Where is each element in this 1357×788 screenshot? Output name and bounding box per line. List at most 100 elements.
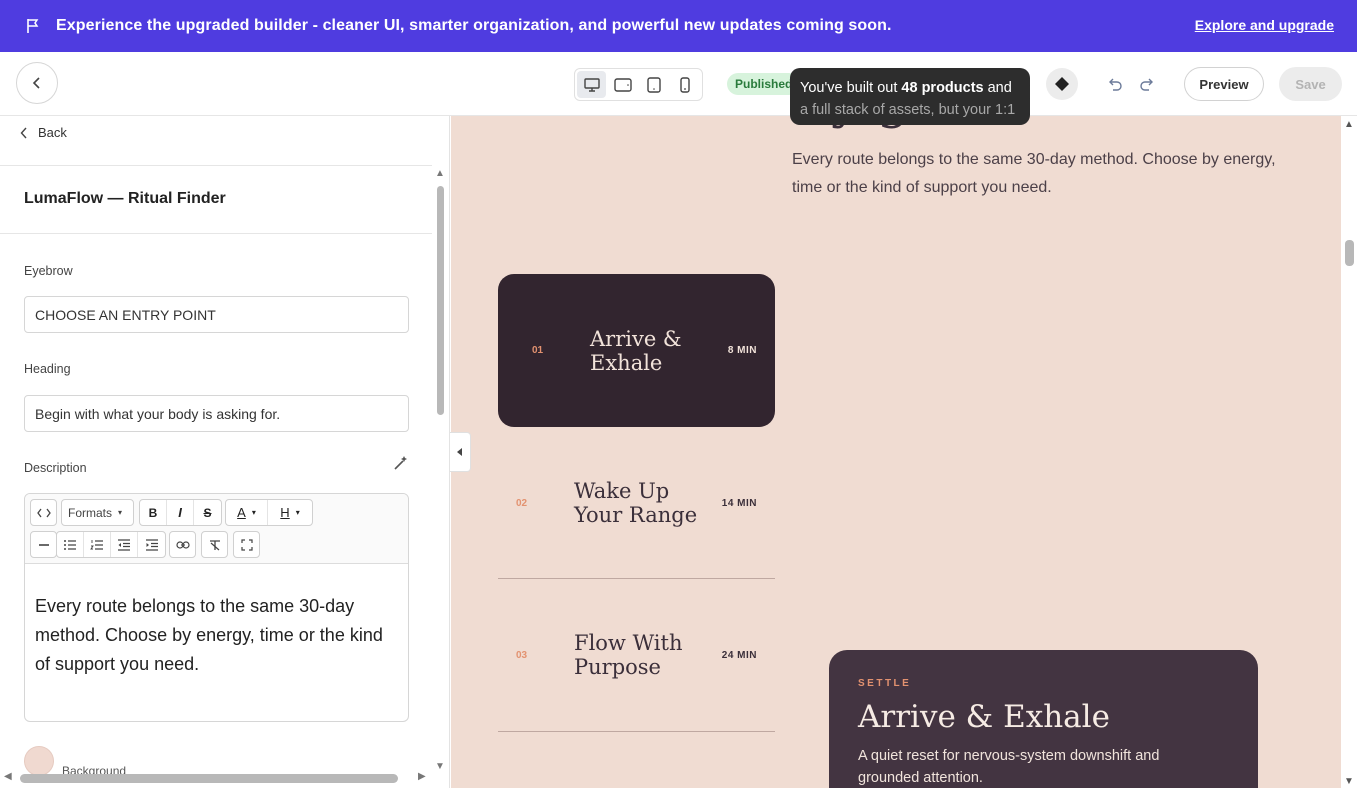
section-description[interactable]: Every route belongs to the same 30-day m… [792,146,1302,201]
highlight-glyph: H [280,505,290,520]
scroll-up-arrow-icon[interactable]: ▲ [1344,119,1354,130]
detail-eyebrow: SETTLE [858,678,912,689]
page-canvas[interactable]: y g Every route belongs to the same 30-d… [451,116,1341,788]
tablet-landscape-icon [614,77,632,92]
upsell-tooltip: You've built out 48 products and a full … [790,68,1030,125]
formats-dropdown[interactable]: Formats ▾ [61,499,134,526]
route-card-active[interactable]: 01 Arrive & Exhale 8 MIN [498,274,775,427]
numbered-list-button[interactable] [84,532,111,557]
text-color-button[interactable]: A ▾ [226,500,268,525]
scrollbar-thumb[interactable] [20,774,398,783]
desktop-icon [583,77,600,92]
mobile-device-button[interactable] [671,71,700,98]
italic-glyph: I [178,505,182,520]
chevron-left-icon [32,77,40,89]
tablet-landscape-device-button[interactable] [608,71,637,98]
italic-button[interactable]: I [167,500,194,525]
route-number: 02 [516,498,528,509]
link-button[interactable] [169,531,196,558]
detail-text: A quiet reset for nervous-system downshi… [858,748,1160,786]
caret-left-icon [457,448,462,456]
flag-icon [24,17,42,35]
route-number: 01 [532,345,544,356]
eyebrow-input[interactable]: CHOOSE AN ENTRY POINT [24,296,409,333]
scrollbar-thumb[interactable] [1345,240,1354,266]
collapse-panel-button[interactable] [450,432,471,472]
caret-down-icon: ▾ [295,508,300,517]
outdent-icon [118,538,130,551]
color-group: A ▾ H ▾ [225,499,313,526]
sparkle-diamond-icon [1055,77,1069,91]
panel-vertical-scrollbar[interactable]: ▲ ▼ [433,168,447,772]
text-style-group: B I S [139,499,222,526]
code-icon [36,508,51,517]
editor-toolbar: Formats ▾ B I S A ▾ H ▾ [25,494,408,564]
explore-upgrade-link[interactable]: Explore and upgrade [1195,17,1334,33]
redo-icon [1140,78,1153,91]
upgrade-banner: Experience the upgraded builder - cleane… [0,0,1357,52]
banner-message: Experience the upgraded builder - cleane… [56,17,892,34]
scroll-right-arrow-icon[interactable]: ▶ [418,771,426,782]
bullet-list-button[interactable] [57,532,84,557]
heading-label: Heading [24,362,71,376]
save-button[interactable]: Save [1279,67,1342,101]
back-circle-button[interactable] [16,62,58,104]
undo-icon [1109,78,1122,91]
formats-label: Formats [68,505,113,520]
device-switcher [574,68,703,101]
panel-horizontal-scrollbar[interactable]: ◀ ▶ [0,770,432,786]
undo-button[interactable] [1106,76,1124,94]
caret-down-icon: ▾ [251,508,256,517]
ai-assistant-button[interactable] [1046,68,1078,100]
scroll-down-arrow-icon[interactable]: ▼ [1344,776,1354,787]
route-name: Flow With Purpose [574,631,683,679]
ai-write-button[interactable] [392,454,410,472]
numbered-list-icon [90,539,103,550]
scroll-up-arrow-icon[interactable]: ▲ [435,168,445,179]
tablet-portrait-device-button[interactable] [640,71,669,98]
scroll-down-arrow-icon[interactable]: ▼ [435,761,445,772]
detail-title: Arrive & Exhale [858,699,1110,735]
mobile-icon [680,76,691,93]
link-icon [175,540,190,549]
description-label: Description [24,461,87,475]
tooltip-line-2: a full stack of assets, but your 1:1 [800,102,1016,118]
indent-button[interactable] [138,532,165,557]
route-item[interactable]: 03 Flow With Purpose 24 MIN [498,598,775,728]
back-link[interactable]: Back [20,125,67,140]
bullet-list-icon [64,539,76,550]
settings-panel: Back LumaFlow — Ritual Finder Eyebrow CH… [0,116,450,788]
route-detail-card[interactable]: SETTLE Arrive & Exhale A quiet reset for… [829,650,1258,788]
horizontal-rule-button[interactable] [30,531,57,558]
route-name: Arrive & Exhale [590,327,682,375]
canvas-vertical-scrollbar[interactable]: ▲ ▼ [1341,116,1357,788]
strikethrough-button[interactable]: S [194,500,221,525]
desktop-device-button[interactable] [577,71,607,98]
clear-formatting-button[interactable] [201,531,228,558]
highlight-color-button[interactable]: H ▾ [268,500,312,525]
chevron-left-icon [20,127,27,138]
eyebrow-label: Eyebrow [24,264,73,278]
scroll-left-arrow-icon[interactable]: ◀ [4,771,12,782]
source-code-button[interactable] [30,499,57,526]
editor-content[interactable]: Every route belongs to the same 30-day m… [25,564,408,679]
section-title: LumaFlow — Ritual Finder [24,190,226,207]
clear-formatting-icon [209,539,220,550]
strike-glyph: S [203,505,212,520]
back-label: Back [38,125,67,140]
route-item[interactable]: 02 Wake Up Your Range 14 MIN [498,446,775,576]
route-divider [498,731,775,732]
outdent-button[interactable] [111,532,138,557]
text-color-glyph: A [237,505,246,520]
bold-button[interactable]: B [140,500,167,525]
heading-input[interactable]: Begin with what your body is asking for. [24,395,409,432]
route-duration: 8 MIN [727,345,757,356]
redo-button[interactable] [1138,76,1156,94]
tooltip-line-1: You've built out 48 products and [800,80,1012,96]
fullscreen-button[interactable] [233,531,260,558]
route-duration: 24 MIN [721,650,757,661]
indent-icon [145,538,158,551]
preview-button[interactable]: Preview [1184,67,1264,101]
caret-down-icon: ▾ [118,508,123,517]
scrollbar-thumb[interactable] [437,186,444,415]
